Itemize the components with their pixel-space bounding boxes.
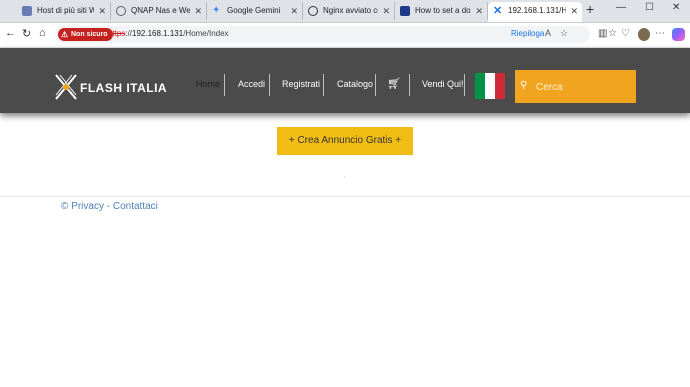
read-aloud-icon[interactable]: A — [545, 28, 551, 38]
close-tab-icon[interactable]: ✕ — [290, 2, 298, 20]
browser-tab-strip: Host di più siti Web su ✕ QNAP Nas e Web… — [0, 0, 690, 23]
flag-green-stripe — [475, 73, 485, 99]
nav-divider — [269, 74, 270, 96]
globe-icon — [116, 6, 126, 16]
footer-separator: - — [103, 201, 113, 212]
maximize-button[interactable]: ☐ — [645, 2, 654, 13]
nav-catalogo[interactable]: Catalogo — [337, 79, 373, 89]
reload-button[interactable]: ↻ — [22, 27, 31, 40]
globe-icon — [308, 6, 318, 16]
home-button[interactable]: ⌂ — [39, 27, 46, 39]
tab-favicon-icon — [22, 6, 32, 16]
footer-divider — [0, 196, 690, 197]
create-listing-button[interactable]: + Crea Annuncio Gratis + — [277, 127, 413, 155]
nav-divider — [323, 74, 324, 96]
tab-label: Google Gemini — [227, 6, 281, 15]
browser-toolbar: ← ↻ ⌂ ⚠ Non sicuro https://192.168.1.131… — [0, 23, 690, 48]
close-tab-icon[interactable]: ✕ — [475, 2, 483, 20]
favorite-star-icon[interactable]: ☆ — [560, 28, 568, 39]
nav-home[interactable]: Home — [196, 79, 220, 89]
footer: © Privacy - Contattaci — [61, 201, 158, 212]
close-tab-icon[interactable]: ✕ — [382, 2, 390, 20]
nav-divider — [464, 74, 465, 96]
contact-link[interactable]: Contattaci — [113, 201, 158, 212]
split-screen-icon[interactable]: ▥ — [598, 28, 607, 39]
browser-tab[interactable]: ✦ Google Gemini ✕ — [207, 2, 303, 20]
browser-tab[interactable]: How to set a door for a ✕ — [395, 2, 488, 20]
url-scheme: https — [108, 29, 126, 38]
brand-name[interactable]: FLASH ITALIA — [80, 81, 167, 95]
copilot-icon[interactable] — [672, 28, 685, 41]
url-separator: :// — [125, 29, 133, 38]
nav-divider — [375, 74, 376, 96]
flag-red-stripe — [495, 73, 505, 99]
copyright-symbol: © — [61, 201, 69, 212]
privacy-link[interactable]: Privacy — [71, 201, 104, 212]
address-bar[interactable]: ⚠ Non sicuro https://192.168.1.131/Home/… — [55, 26, 590, 43]
warning-icon: ⚠ — [61, 30, 69, 39]
search-icon[interactable]: ⚲ — [520, 80, 527, 91]
browser-tab[interactable]: QNAP Nas e Web Serve ✕ — [111, 2, 207, 20]
search-input[interactable] — [534, 78, 634, 96]
browser-tab[interactable]: Nginx avviato corretta ✕ — [303, 2, 395, 20]
url-path: /Home/Index — [183, 29, 229, 38]
nav-divider — [224, 74, 225, 96]
tab-label: Nginx avviato corretta — [323, 6, 378, 15]
not-secure-badge[interactable]: ⚠ Non sicuro — [58, 28, 113, 41]
nav-divider — [409, 74, 410, 96]
url-host: 192.168.1.131 — [132, 29, 184, 38]
flash-italia-favicon-icon: ✕ — [493, 5, 503, 17]
back-button[interactable]: ← — [5, 27, 16, 39]
browser-tab[interactable]: Host di più siti Web su ✕ — [17, 2, 111, 20]
carousel-indicator — [344, 176, 345, 178]
tab-label: Host di più siti Web su — [37, 6, 94, 15]
close-tab-icon[interactable]: ✕ — [194, 2, 202, 20]
flash-italia-logo-icon[interactable] — [54, 72, 78, 102]
close-window-button[interactable]: ✕ — [672, 2, 680, 13]
browser-tab-active[interactable]: ✕ 192.168.1.131/Home/In ✕ — [488, 2, 582, 22]
tab-label: 192.168.1.131/Home/In — [508, 6, 566, 15]
close-tab-icon[interactable]: ✕ — [98, 2, 106, 20]
tab-label: QNAP Nas e Web Serve — [131, 6, 190, 15]
site-header: FLASH ITALIA Home Accedi Registrati Cata… — [0, 48, 690, 113]
nav-vendi-qui[interactable]: Vendi Qui! — [422, 79, 464, 89]
cart-icon[interactable]: 🛒︎ — [387, 77, 401, 90]
flag-white-stripe — [485, 73, 495, 99]
url-text[interactable]: https://192.168.1.131/Home/Index — [108, 29, 229, 38]
tab-label: How to set a door for a — [415, 6, 471, 15]
minimize-button[interactable]: — — [616, 2, 626, 13]
close-tab-icon[interactable]: ✕ — [570, 2, 578, 20]
profile-avatar[interactable] — [638, 28, 650, 41]
site-favicon-icon — [400, 6, 410, 16]
gemini-sparkle-icon: ✦ — [212, 5, 221, 16]
new-tab-button[interactable]: + — [586, 1, 594, 17]
nav-registrati[interactable]: Registrati — [282, 79, 320, 89]
not-secure-label: Non sicuro — [71, 31, 108, 38]
nav-accedi[interactable]: Accedi — [238, 79, 265, 89]
italian-flag-icon[interactable] — [475, 73, 505, 99]
search-box: ⚲ — [515, 70, 636, 103]
favorites-icon[interactable]: ☆ — [608, 28, 617, 39]
summarize-button[interactable]: Riepiloga — [511, 29, 544, 38]
browser-essentials-icon[interactable]: ♡ — [621, 28, 630, 39]
more-menu-icon[interactable]: ⋯ — [655, 28, 665, 39]
